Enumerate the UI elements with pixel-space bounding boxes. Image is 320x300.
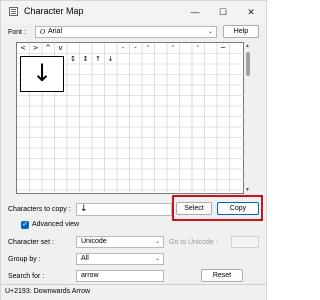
reset-button[interactable]: Reset <box>201 269 243 282</box>
characters-to-copy-input[interactable]: ↓ <box>76 203 172 216</box>
go-to-unicode-label: Go to Unicode : <box>169 239 218 246</box>
glyph-cell[interactable]: ↕ <box>80 54 92 64</box>
glyph-cell[interactable]: > <box>30 43 42 53</box>
help-button[interactable]: Help <box>223 25 259 38</box>
status-bar: U+2193: Downwards Arrow <box>1 284 266 300</box>
group-by-value: All <box>81 255 89 262</box>
opentype-font-icon: O <box>40 28 46 36</box>
chevron-down-icon: ⌄ <box>154 256 160 262</box>
characters-to-copy-label: Characters to copy : <box>8 206 71 213</box>
glyph-cell[interactable]: ' <box>142 43 154 53</box>
glyph-cell[interactable]: < <box>17 43 29 53</box>
scrollbar-thumb[interactable] <box>246 52 250 76</box>
maximize-button[interactable]: ☐ <box>209 1 237 23</box>
go-to-unicode-input[interactable] <box>231 236 259 248</box>
search-for-input[interactable]: arrow <box>76 270 164 282</box>
glyph-cell[interactable]: ↕ <box>67 54 79 64</box>
status-text: U+2193: Downwards Arrow <box>5 288 91 295</box>
magnified-glyph-preview: ↓ <box>20 56 64 92</box>
glyph-cell[interactable]: ~ <box>217 43 229 53</box>
character-map-window: Character Map — ☐ ✕ Font : O Arial ⌄ Hel… <box>0 0 267 300</box>
glyph-cell[interactable]: - <box>117 43 129 53</box>
character-set-dropdown[interactable]: Unicode ⌄ <box>76 236 164 248</box>
font-dropdown[interactable]: O Arial ⌄ <box>35 26 217 38</box>
font-value: Arial <box>48 28 63 35</box>
minimize-button[interactable]: — <box>181 1 209 23</box>
chevron-down-icon: ⌄ <box>154 239 160 245</box>
glyph-cell[interactable]: ^ <box>42 43 54 53</box>
character-set-label: Character set : <box>8 239 54 246</box>
grid-scrollbar[interactable]: ▲ ▼ <box>244 42 252 194</box>
close-button[interactable]: ✕ <box>237 1 265 23</box>
search-for-label: Search for : <box>8 273 45 280</box>
glyph-cell[interactable]: - <box>130 43 142 53</box>
glyph-cell[interactable]: ' <box>167 43 179 53</box>
font-label: Font : <box>8 29 26 36</box>
character-set-value: Unicode <box>81 238 107 245</box>
advanced-view-label: Advanced view <box>32 221 80 228</box>
downwards-arrow-glyph: ↓ <box>31 59 53 87</box>
characters-to-copy-value: ↓ <box>80 204 88 214</box>
glyph-cell[interactable]: v <box>55 43 67 53</box>
glyph-cell[interactable]: ↓ <box>105 54 117 64</box>
group-by-label: Group by : <box>8 256 41 263</box>
advanced-view-checkbox[interactable]: ✓ <box>21 221 29 229</box>
chevron-down-icon: ⌄ <box>207 29 213 35</box>
title-bar: Character Map — ☐ ✕ <box>1 1 266 23</box>
group-by-dropdown[interactable]: All ⌄ <box>76 253 164 265</box>
search-for-value: arrow <box>81 272 99 279</box>
scroll-up-icon[interactable]: ▲ <box>245 43 250 49</box>
character-map-app-icon <box>9 7 18 16</box>
glyph-cell[interactable]: ↑ <box>92 54 104 64</box>
glyph-cell[interactable]: ' <box>192 43 204 53</box>
scroll-down-icon[interactable]: ▼ <box>245 187 250 193</box>
highlight-box <box>172 195 263 221</box>
window-title: Character Map <box>24 6 84 16</box>
